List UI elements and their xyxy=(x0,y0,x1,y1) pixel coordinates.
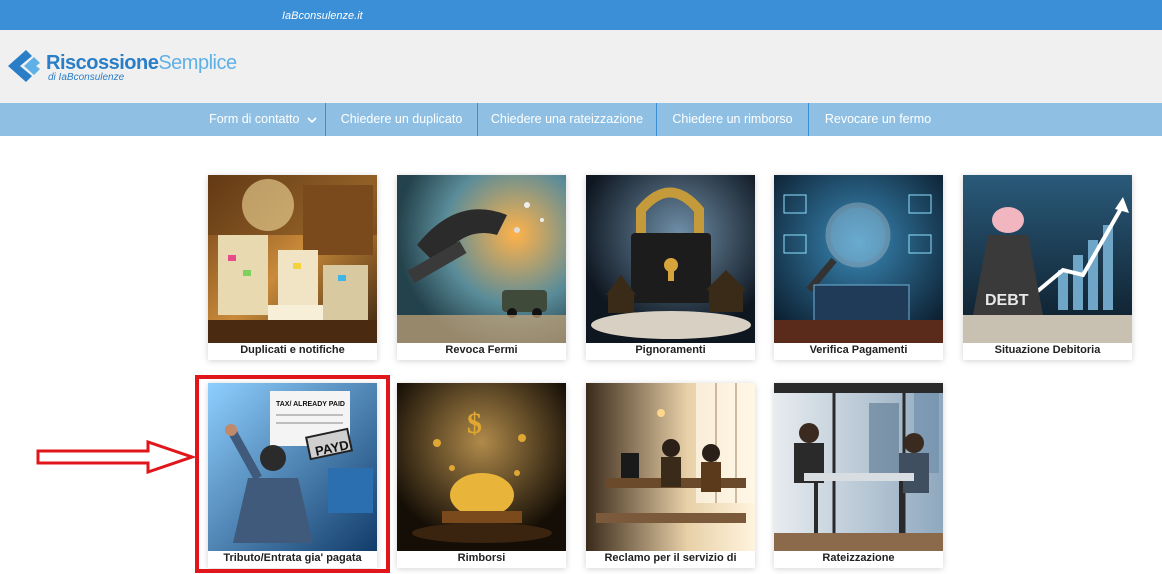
highlight-arrow-icon xyxy=(36,440,196,474)
card-rimborsi[interactable]: $ Rimborsi xyxy=(397,383,566,568)
nav-item-rimborso[interactable]: Chiedere un rimborso xyxy=(657,103,808,136)
site-logo[interactable]: RiscossioneSemplice di IaBconsulenze xyxy=(6,44,237,92)
nav-item-revoca-fermo[interactable]: Revocare un fermo xyxy=(809,103,947,136)
card-caption: Verifica Pagamenti xyxy=(809,344,908,356)
card-caption: Rateizzazione xyxy=(822,552,895,564)
card-revoca-fermi[interactable]: Revoca Fermi xyxy=(397,175,566,360)
logo-arrow-icon xyxy=(8,50,40,82)
card-pignoramenti[interactable]: Pignoramenti xyxy=(586,175,755,360)
card-image-verifica-pagamenti xyxy=(774,175,943,343)
nav-item-form-contatto[interactable]: Form di contatto xyxy=(200,103,326,136)
card-image-reclamo xyxy=(586,383,755,551)
dollar-image-text: $ xyxy=(467,407,482,440)
card-reclamo[interactable]: Reclamo per il servizio di xyxy=(586,383,755,568)
card-caption: Revoca Fermi xyxy=(445,344,518,356)
card-caption: Rimborsi xyxy=(457,552,506,564)
site-header: RiscossioneSemplice di IaBconsulenze xyxy=(0,30,1162,103)
card-situazione-debitoria[interactable]: DEBT Situazione Debitoria xyxy=(963,175,1132,360)
card-rateizzazione[interactable]: Rateizzazione xyxy=(774,383,943,568)
card-image-rateizzazione xyxy=(774,383,943,551)
card-image-situazione-debitoria: DEBT xyxy=(963,175,1132,343)
nav-item-duplicato[interactable]: Chiedere un duplicato xyxy=(326,103,477,136)
card-verifica-pagamenti[interactable]: Verifica Pagamenti xyxy=(774,175,943,360)
card-image-pignoramenti xyxy=(586,175,755,343)
card-caption: Duplicati e notifiche xyxy=(240,344,345,356)
main-nav: Form di contatto Chiedere un duplicato C… xyxy=(0,103,1162,136)
chevron-down-icon xyxy=(307,117,317,123)
card-caption: Pignoramenti xyxy=(635,344,706,356)
card-caption: Reclamo per il servizio di xyxy=(604,552,737,564)
highlight-box xyxy=(195,375,390,573)
top-bar: IaBconsulenze.it xyxy=(0,0,1162,30)
card-image-revoca-fermi xyxy=(397,175,566,343)
nav-item-rateizzazione[interactable]: Chiedere una rateizzazione xyxy=(478,103,656,136)
debt-image-text: DEBT xyxy=(985,292,1029,309)
logo-subtitle: di IaBconsulenze xyxy=(48,72,125,83)
card-caption: Situazione Debitoria xyxy=(994,344,1101,356)
card-image-duplicati xyxy=(208,175,377,343)
card-duplicati[interactable]: Duplicati e notifiche xyxy=(208,175,377,360)
card-image-rimborsi: $ xyxy=(397,383,566,551)
top-bar-brand[interactable]: IaBconsulenze.it xyxy=(282,10,363,22)
